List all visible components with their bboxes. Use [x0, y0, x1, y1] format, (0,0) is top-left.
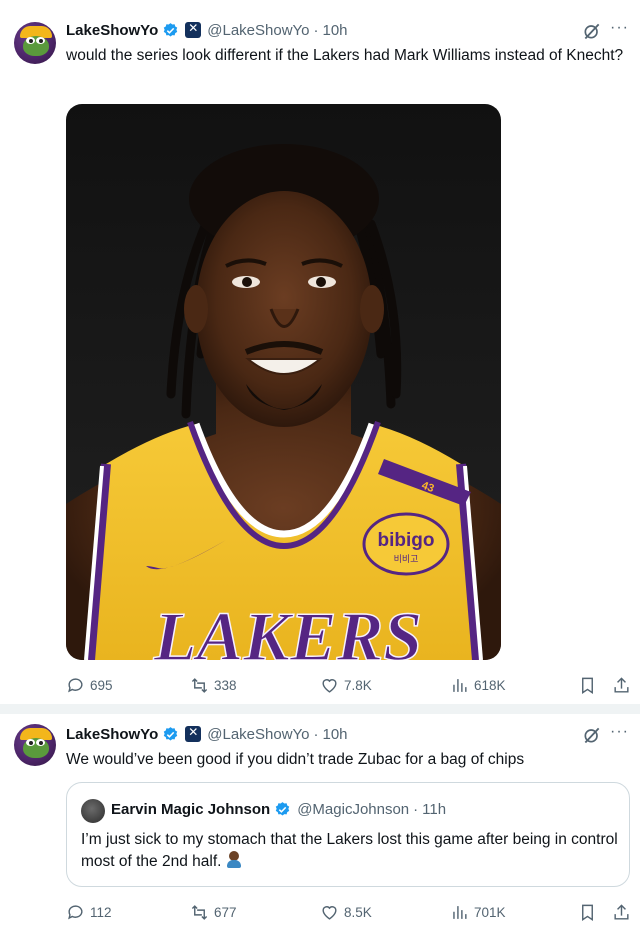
tweet-separator [0, 704, 640, 714]
quoted-author-handle[interactable]: @MagicJohnson [297, 801, 409, 818]
share-button[interactable] [612, 673, 631, 697]
jersey-wordmark: LAKERS [153, 599, 422, 660]
affiliation-badge-icon[interactable] [185, 21, 202, 38]
reply-icon [68, 904, 83, 919]
more-options-icon[interactable]: ··· [610, 723, 629, 741]
timestamp[interactable]: 10h [323, 22, 348, 39]
more-options-icon[interactable]: ··· [610, 19, 629, 37]
reply-icon [68, 677, 83, 692]
author-name[interactable]: LakeShowYo [66, 22, 158, 39]
author-handle[interactable]: @LakeShowYo [207, 726, 309, 743]
repost-count: 677 [214, 904, 237, 920]
heart-icon [322, 678, 337, 693]
quoted-timestamp[interactable]: 11h [422, 801, 446, 818]
verified-badge-icon [164, 22, 178, 37]
avatar[interactable] [14, 724, 56, 766]
views-chart-icon [453, 905, 467, 919]
like-button[interactable]: 7.8K [320, 673, 372, 697]
repost-count: 338 [214, 677, 237, 693]
share-icon [614, 903, 629, 920]
separator-dot: · [413, 801, 419, 818]
quoted-tweet-header: Earvin Magic Johnson @MagicJohnson · 11h [111, 801, 446, 818]
player-photo: 43 bibigo 비비고 LAKERS [66, 144, 501, 660]
bookmark-button[interactable] [578, 900, 597, 924]
bookmark-button[interactable] [578, 673, 597, 697]
affiliation-badge-icon[interactable] [185, 725, 202, 742]
views-chart-icon [453, 678, 467, 692]
grok-icon[interactable] [582, 725, 602, 745]
like-count: 8.5K [344, 904, 372, 920]
reply-button[interactable]: 112 [66, 900, 112, 924]
author-handle[interactable]: @LakeShowYo [207, 22, 309, 39]
quoted-tweet[interactable]: Earvin Magic Johnson @MagicJohnson · 11h… [66, 782, 630, 887]
views-button[interactable]: 618K [450, 673, 506, 697]
tweet-actions: 112 677 8.5K 701K [66, 900, 632, 924]
quoted-tweet-text-container: I’m just sick to my stomach that the Lak… [81, 829, 621, 873]
verified-badge-icon [164, 726, 178, 741]
quoted-author-name[interactable]: Earvin Magic Johnson [111, 801, 270, 818]
separator-dot: · [313, 725, 319, 743]
share-icon [614, 676, 629, 693]
bookmark-icon [582, 677, 593, 694]
quoted-avatar[interactable] [81, 799, 105, 823]
author-name[interactable]: LakeShowYo [66, 726, 158, 743]
views-button[interactable]: 701K [450, 900, 506, 924]
verified-badge-icon [275, 802, 290, 816]
tweet-header: LakeShowYo @LakeShowYo · 10h [66, 724, 348, 744]
like-button[interactable]: 8.5K [320, 900, 372, 924]
tweet-header: LakeShowYo @LakeShowYo · 10h [66, 20, 348, 40]
sponsor-patch-text: bibigo [378, 530, 435, 551]
avatar[interactable] [14, 22, 56, 64]
separator-dot: · [313, 21, 319, 39]
like-count: 7.8K [344, 677, 372, 693]
tweet-text: would the series look different if the L… [66, 47, 624, 64]
share-button[interactable] [612, 900, 631, 924]
tweet-text: We would’ve been good if you didn’t trad… [66, 751, 525, 768]
reply-count: 112 [90, 904, 112, 920]
bookmark-icon [582, 904, 593, 921]
person-facepalm-emoji-icon [226, 851, 242, 868]
repost-button[interactable]: 338 [190, 673, 237, 697]
timestamp[interactable]: 10h [323, 726, 348, 743]
grok-icon[interactable] [582, 21, 602, 41]
repost-button[interactable]: 677 [190, 900, 237, 924]
tweet-actions: 695 338 7.8K 618K [66, 673, 632, 697]
heart-icon [322, 905, 337, 920]
view-count: 701K [474, 904, 506, 920]
reply-count: 695 [90, 677, 113, 693]
tweet-media-image[interactable]: 43 bibigo 비비고 LAKERS [66, 104, 501, 660]
sponsor-patch-subtext: 비비고 [394, 554, 419, 565]
repost-icon [191, 904, 208, 920]
repost-icon [191, 677, 208, 693]
reply-button[interactable]: 695 [66, 673, 113, 697]
quoted-tweet-text: I’m just sick to my stomach that the Lak… [81, 831, 618, 870]
tweet[interactable]: LakeShowYo @LakeShowYo · 10h ··· would t… [0, 0, 640, 710]
view-count: 618K [474, 677, 506, 693]
